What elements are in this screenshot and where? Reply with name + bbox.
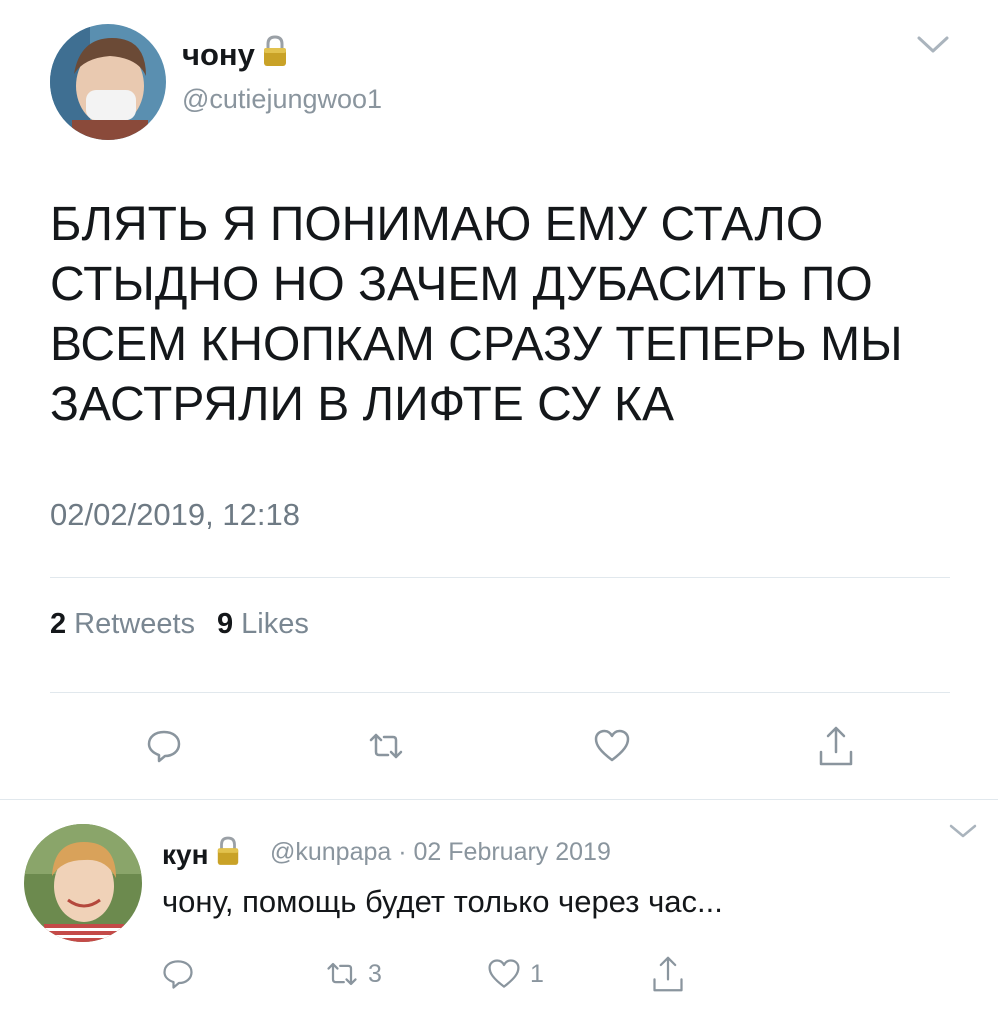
likes-stat[interactable]: 9 Likes bbox=[217, 608, 309, 641]
divider bbox=[50, 692, 950, 693]
reply-author-avatar[interactable] bbox=[24, 824, 142, 942]
divider bbox=[0, 799, 998, 800]
share-icon bbox=[819, 726, 853, 766]
reply-retweets-count: 3 bbox=[368, 959, 382, 988]
like-button[interactable] bbox=[592, 726, 632, 766]
tweet-timestamp[interactable]: 02/02/2019, 12:18 bbox=[50, 497, 300, 533]
reply-author-name[interactable]: кун bbox=[162, 835, 241, 874]
author-name[interactable]: чону bbox=[182, 34, 289, 76]
heart-icon bbox=[488, 959, 520, 988]
likes-count: 9 bbox=[217, 608, 234, 640]
share-button[interactable] bbox=[816, 724, 856, 766]
likes-label: Likes bbox=[241, 608, 309, 640]
chevron-down-icon[interactable] bbox=[948, 822, 978, 840]
heart-icon bbox=[594, 729, 630, 762]
retweets-stat[interactable]: 2 Retweets bbox=[50, 608, 195, 641]
reply-like-button[interactable]: 1 bbox=[486, 956, 544, 992]
share-icon bbox=[653, 956, 683, 992]
retweets-label: Retweets bbox=[74, 608, 196, 640]
author-avatar[interactable] bbox=[50, 24, 166, 140]
tweet-text: БЛЯТЬ Я ПОНИМАЮ ЕМУ СТАЛО СТЫДНО НО ЗАЧЕ… bbox=[50, 198, 903, 431]
retweet-icon bbox=[369, 733, 403, 759]
reply-icon bbox=[147, 730, 181, 763]
author-handle[interactable]: @cutiejungwoo1 bbox=[182, 84, 382, 115]
reply-reply-button[interactable] bbox=[160, 956, 196, 992]
lock-icon bbox=[215, 835, 241, 874]
retweet-icon bbox=[327, 962, 357, 986]
reply-retweet-button[interactable]: 3 bbox=[324, 956, 382, 992]
retweets-count: 2 bbox=[50, 608, 67, 640]
chevron-down-icon[interactable] bbox=[916, 34, 950, 56]
reply-icon bbox=[163, 960, 193, 989]
reply-likes-count: 1 bbox=[530, 959, 544, 988]
reply-share-button[interactable] bbox=[650, 954, 686, 994]
divider bbox=[50, 577, 950, 578]
reply-handle-date[interactable]: @kunpapa · 02 February 2019 bbox=[270, 838, 611, 867]
reply-button[interactable] bbox=[144, 726, 184, 766]
reply-text: чону, помощь будет только через час... bbox=[162, 884, 723, 919]
tweet-stats: 2 Retweets 9 Likes bbox=[50, 608, 309, 641]
lock-icon bbox=[261, 34, 289, 76]
retweet-button[interactable] bbox=[366, 726, 406, 766]
